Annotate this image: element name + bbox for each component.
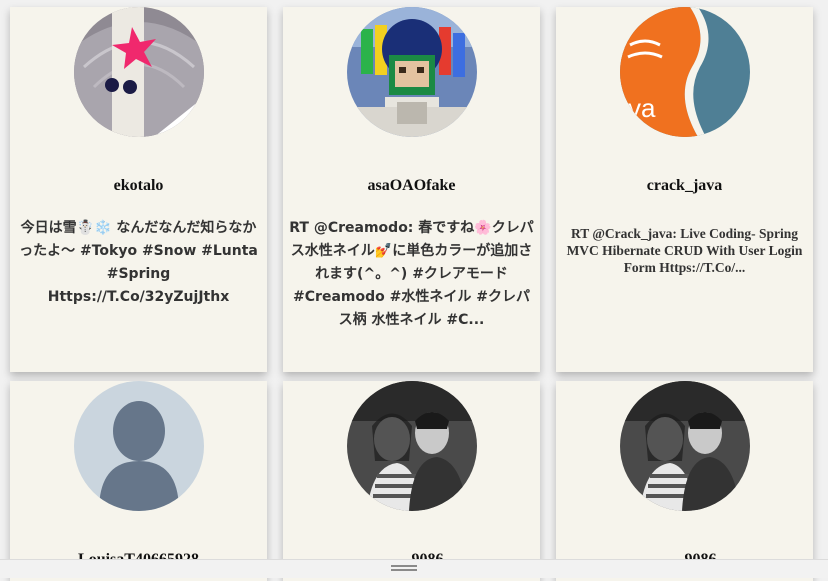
couple-photo-avatar-icon[interactable] bbox=[347, 381, 477, 511]
user-card[interactable]: asaOAOfake RT @Creamodo: 春ですね🌸クレパス水性ネイル💅… bbox=[283, 7, 540, 372]
username[interactable]: asaOAOfake bbox=[283, 177, 540, 195]
user-card[interactable]: ____9086 bbox=[556, 381, 813, 581]
java-logo-avatar-icon[interactable]: va bbox=[620, 7, 750, 137]
user-card[interactable]: ____9086 bbox=[283, 381, 540, 581]
resize-bar[interactable] bbox=[0, 559, 828, 578]
user-card[interactable]: va crack_java RT @Crack_java: Live Codin… bbox=[556, 7, 813, 372]
couple-photo-avatar-icon[interactable] bbox=[620, 381, 750, 511]
user-card[interactable]: LouisaT40665928 bbox=[10, 381, 267, 581]
drag-handle-icon[interactable] bbox=[391, 565, 417, 573]
svg-text:va: va bbox=[628, 93, 656, 123]
robot-toy-avatar-icon[interactable] bbox=[74, 7, 204, 137]
tweet-text: RT @Creamodo: 春ですね🌸クレパス水性ネイル💅に単色カラーが追加され… bbox=[289, 220, 534, 328]
tweet-text: 今日は雪☃️❄️ なんだなんだ知らなかったよ〜 #Tokyo #Snow #Lu… bbox=[19, 220, 258, 305]
toy-figure-avatar-icon[interactable] bbox=[347, 7, 477, 137]
username[interactable]: ekotalo bbox=[10, 177, 267, 195]
user-card-grid: ekotalo 今日は雪☃️❄️ なんだなんだ知らなかったよ〜 #Tokyo #… bbox=[0, 0, 828, 581]
tweet-text: RT @Crack_java: Live Coding- Spring MVC … bbox=[566, 226, 803, 275]
user-card[interactable]: ekotalo 今日は雪☃️❄️ なんだなんだ知らなかったよ〜 #Tokyo #… bbox=[10, 7, 267, 372]
default-person-avatar-icon[interactable] bbox=[74, 381, 204, 511]
username[interactable]: crack_java bbox=[556, 177, 813, 195]
